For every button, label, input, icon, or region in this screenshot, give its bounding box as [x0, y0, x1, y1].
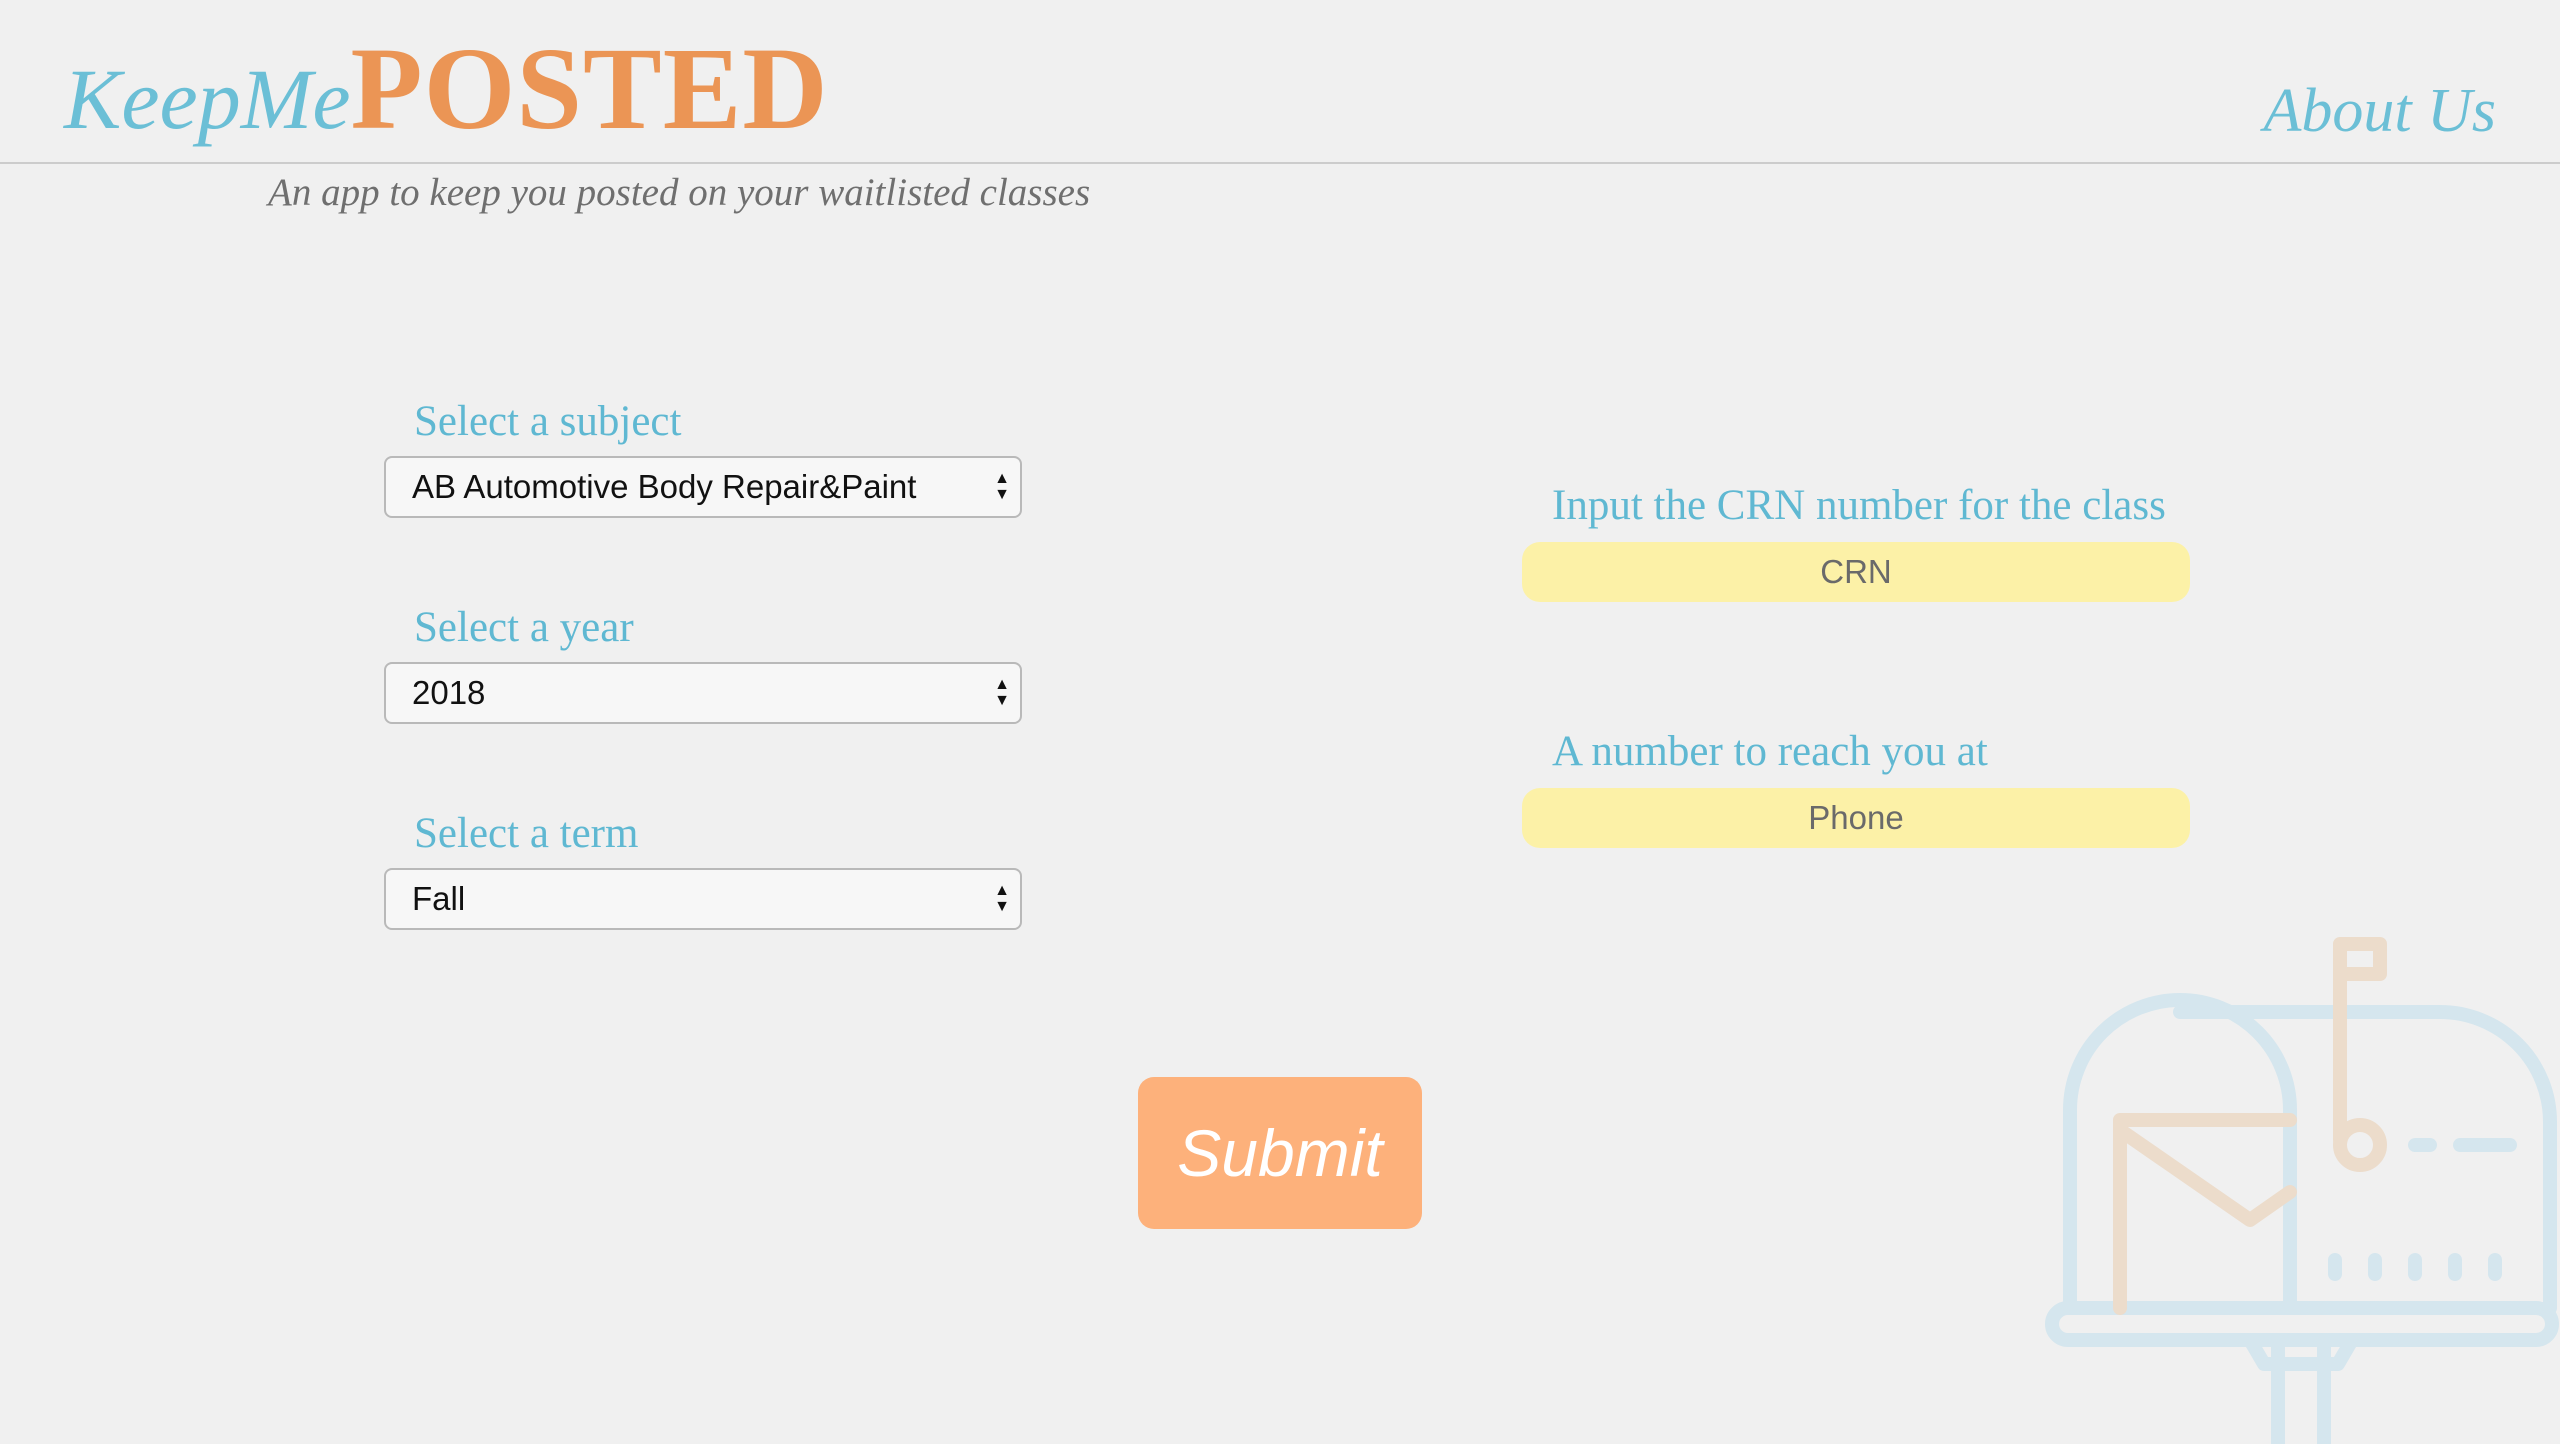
select-arrows-icon: ▲ ▼ — [994, 882, 1010, 915]
subject-select[interactable]: AB Automotive Body Repair&Paint ▲ ▼ — [384, 456, 1022, 518]
crn-label: Input the CRN number for the class — [1552, 482, 2166, 529]
select-arrows-icon: ▲ ▼ — [994, 676, 1010, 709]
term-label: Select a term — [414, 810, 639, 857]
submit-button[interactable]: Submit — [1138, 1077, 1422, 1229]
logo[interactable]: KeepMePOSTED — [64, 30, 829, 148]
phone-label: A number to reach you at — [1552, 728, 1988, 775]
logo-keepme-text: KeepMe — [64, 51, 351, 147]
about-us-link[interactable]: About Us — [2264, 80, 2497, 142]
subject-label: Select a subject — [414, 398, 682, 445]
mailbox-icon — [2045, 937, 2559, 1444]
year-select[interactable]: 2018 ▲ ▼ — [384, 662, 1022, 724]
phone-input[interactable] — [1522, 788, 2190, 848]
term-select-value: Fall — [412, 880, 466, 917]
select-arrows-icon: ▲ ▼ — [994, 470, 1010, 503]
year-select-value: 2018 — [412, 674, 486, 711]
logo-posted-text: POSTED — [350, 23, 829, 154]
crn-input[interactable] — [1522, 542, 2190, 602]
site-header: KeepMePOSTED About Us — [0, 0, 2560, 164]
subject-select-value: AB Automotive Body Repair&Paint — [412, 468, 917, 505]
year-label: Select a year — [414, 604, 634, 651]
tagline: An app to keep you posted on your waitli… — [268, 171, 1091, 214]
term-select[interactable]: Fall ▲ ▼ — [384, 868, 1022, 930]
